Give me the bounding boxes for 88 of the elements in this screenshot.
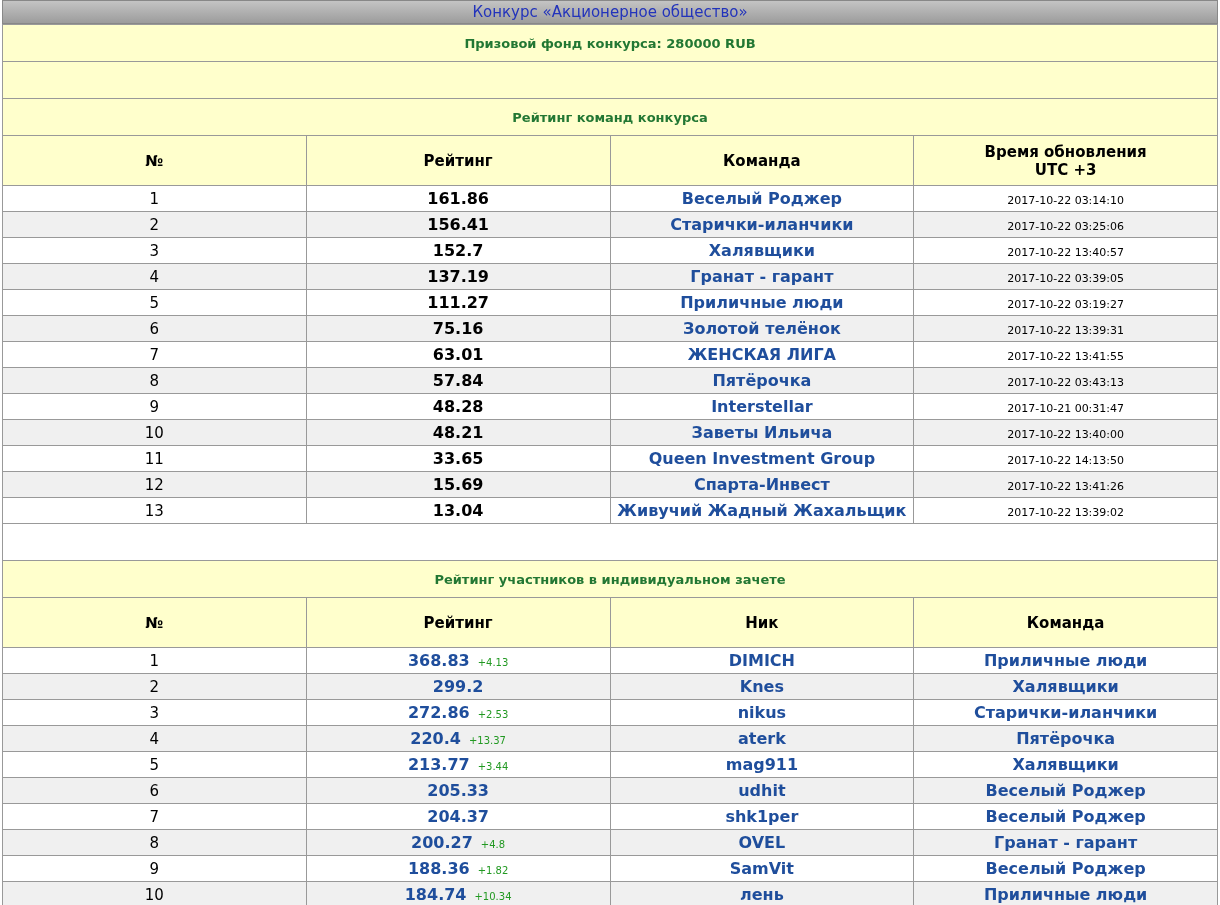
column-header: Рейтинг [306,597,610,648]
rating-value: 111.27 [427,293,489,312]
update-time: 2017-10-22 13:41:26 [1007,479,1125,493]
place-number: 12 [144,475,164,494]
rating-link[interactable]: 188.36 [407,859,470,878]
place-number: 9 [149,397,160,416]
place-number: 2 [149,677,160,696]
place-number: 5 [149,293,160,312]
nick-link[interactable]: Knes [739,677,784,696]
prize-fund: Призовой фонд конкурса: 280000 RUB [2,24,1218,62]
rating-value: 48.21 [432,423,484,442]
column-header: Рейтинг [306,135,610,186]
rating-value: 161.86 [427,189,489,208]
rating-change: +10.34 [474,891,512,902]
nick-link[interactable]: лень [740,885,784,904]
column-header: № [2,597,307,648]
rating-link[interactable]: 368.83 [407,651,470,670]
place-number: 3 [149,241,160,260]
rating-link[interactable]: 200.27 [411,833,473,852]
rating-value: 13.04 [432,501,484,520]
nick-link[interactable]: nikus [737,703,787,722]
place-number: 2 [149,215,160,234]
update-time: 2017-10-22 03:39:05 [1007,271,1125,285]
rating-change: +3.44 [477,761,509,772]
place-number: 7 [149,345,160,364]
rating-change: +1.82 [477,865,509,876]
place-number: 11 [144,449,164,468]
update-time: 2017-10-22 13:39:02 [1007,505,1125,519]
place-number: 9 [149,859,160,878]
update-time: 2017-10-22 13:39:31 [1007,323,1125,337]
rating-link[interactable]: 272.86 [407,703,470,722]
rating-value: 156.41 [427,215,489,234]
place-number: 6 [149,781,160,800]
update-time: 2017-10-22 14:13:50 [1007,453,1125,467]
place-number: 7 [149,807,160,826]
update-time: 2017-10-22 03:43:13 [1007,375,1125,389]
rating-value: 137.19 [427,267,489,286]
update-time: 2017-10-21 00:31:47 [1007,401,1125,415]
place-number: 4 [149,729,160,748]
rating-change: +4.8 [480,839,506,850]
nick-link[interactable]: shk1per [725,807,799,826]
update-time: 2017-10-22 03:14:10 [1007,193,1125,207]
rating-change: +4.13 [477,657,509,668]
column-header: № [2,135,307,186]
rating-change: +13.37 [468,735,506,746]
rating-change: +2.53 [477,709,509,720]
column-header: Время обновления UTC +3 [913,135,1218,186]
place-number: 4 [149,267,160,286]
update-time: 2017-10-22 03:25:06 [1007,219,1125,233]
nick-link[interactable]: DIMICH [728,651,795,670]
column-header: Команда [913,597,1218,648]
column-header: Ник [610,597,914,648]
rating-value: 57.84 [432,371,484,390]
rating-link[interactable]: 213.77 [407,755,470,774]
rating-link[interactable]: 204.37 [427,807,489,826]
update-time: 2017-10-22 03:19:27 [1007,297,1125,311]
rating-link[interactable]: 299.2 [432,677,484,696]
place-number: 8 [149,371,160,390]
rating-value: 15.69 [432,475,484,494]
rating-value: 75.16 [432,319,484,338]
rating-value: 152.7 [432,241,484,260]
column-header: Команда [610,135,914,186]
place-number: 1 [149,189,160,208]
rating-value: 33.65 [432,449,484,468]
rating-link[interactable]: 220.4 [410,729,461,748]
update-time: 2017-10-22 13:41:55 [1007,349,1125,363]
nick-link[interactable]: mag911 [725,755,799,774]
rating-value: 48.28 [432,397,484,416]
page-title: Конкурс «Акционерное общество» [472,3,748,21]
section-title: Рейтинг команд конкурса [2,98,1218,136]
place-number: 1 [149,651,160,670]
place-number: 6 [149,319,160,338]
place-number: 3 [149,703,160,722]
place-number: 10 [144,885,164,904]
nick-link[interactable]: aterk [737,729,786,748]
nick-link[interactable]: OVEL [738,833,786,852]
nick-link[interactable]: SamVit [729,859,794,878]
rating-link[interactable]: 184.74 [404,885,467,904]
update-time: 2017-10-22 13:40:57 [1007,245,1125,259]
rating-link[interactable]: 205.33 [427,781,489,800]
place-number: 5 [149,755,160,774]
place-number: 8 [149,833,160,852]
section-title: Рейтинг участников в индивидуальном зачете [2,560,1218,598]
rating-value: 63.01 [432,345,484,364]
place-number: 10 [144,423,164,442]
nick-link[interactable]: udhit [738,781,786,800]
update-time: 2017-10-22 13:40:00 [1007,427,1125,441]
place-number: 13 [144,501,164,520]
